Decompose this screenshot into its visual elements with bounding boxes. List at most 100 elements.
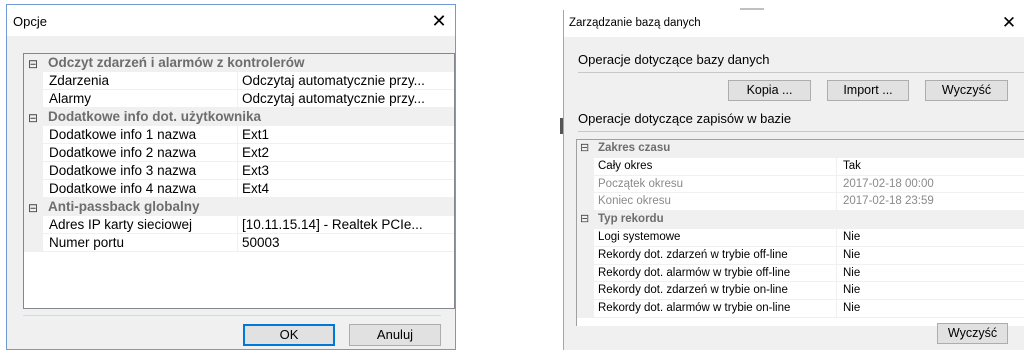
property-value[interactable]: 2017-02-18 23:59 — [843, 193, 1024, 210]
row-gutter — [24, 234, 43, 251]
property-value[interactable]: Nie — [843, 265, 1024, 282]
category-header[interactable]: ⊟ Anti-passback globalny — [24, 198, 454, 216]
property-row[interactable]: Rekordy dot. zdarzeń w trybie on-line Nie — [577, 282, 1024, 301]
category-label: Zakres czasu — [598, 142, 671, 154]
column-divider[interactable] — [237, 144, 238, 161]
property-value[interactable]: Ext4 — [242, 180, 452, 198]
column-divider[interactable] — [237, 72, 238, 89]
row-gutter — [577, 246, 594, 264]
database-dialog: Zarządzanie bazą danych ✕ Operacje dotyc… — [563, 10, 1024, 350]
property-value[interactable]: Odczytaj automatycznie przy... — [242, 90, 452, 108]
row-gutter — [24, 90, 43, 107]
property-value[interactable]: [10.11.15.14] - Realtek PCIe... — [242, 216, 452, 234]
property-name: Rekordy dot. zdarzeń w trybie off-line — [598, 248, 788, 261]
category-header[interactable]: ⊟ Typ rekordu — [577, 211, 1024, 229]
column-divider[interactable] — [836, 228, 837, 246]
options-titlebar[interactable]: Opcje ✕ — [7, 5, 455, 36]
column-divider[interactable] — [836, 246, 837, 264]
property-value[interactable]: Odczytaj automatycznie przy... — [242, 72, 452, 90]
ok-button[interactable]: OK — [243, 324, 335, 346]
property-row[interactable]: Początek okresu 2017-02-18 00:00 — [577, 175, 1024, 194]
property-name: Dodatkowe info 1 nazwa — [49, 127, 197, 142]
category-header[interactable]: ⊟ Zakres czasu — [577, 140, 1024, 158]
property-row[interactable]: Rekordy dot. alarmów w trybie off-line Ni… — [577, 264, 1024, 283]
cancel-button[interactable]: Anuluj — [349, 324, 441, 346]
row-gutter — [577, 175, 594, 193]
options-property-grid[interactable]: ⊟ Odczyt zdarzeń i alarmów z kontrolerów Z… — [23, 53, 455, 309]
column-divider[interactable] — [836, 157, 837, 175]
property-row[interactable]: Logi systemowe Nie — [577, 228, 1024, 247]
property-row[interactable]: Dodatkowe info 3 nazwa Ext3 — [24, 162, 454, 180]
close-icon[interactable]: ✕ — [429, 11, 449, 31]
property-row[interactable]: Koniec okresu 2017-02-18 23:59 — [577, 193, 1024, 212]
options-dialog: Opcje ✕ ⊟ Odczyt zdarzeń i alarmów z kont… — [6, 4, 456, 350]
column-divider[interactable] — [836, 282, 837, 300]
column-divider[interactable] — [836, 193, 837, 211]
close-icon[interactable]: ✕ — [1000, 14, 1018, 32]
column-divider[interactable] — [836, 175, 837, 193]
collapse-toggle-icon[interactable]: ⊟ — [580, 140, 592, 157]
property-name: Cały okres — [598, 159, 653, 172]
property-row[interactable]: Adres IP karty sieciowej [10.11.15.14] - … — [24, 216, 454, 234]
column-divider[interactable] — [237, 234, 238, 251]
column-divider[interactable] — [237, 162, 238, 179]
collapse-toggle-icon[interactable]: ⊟ — [28, 109, 42, 127]
row-gutter — [24, 144, 43, 161]
property-value[interactable]: Nie — [843, 229, 1024, 246]
property-value[interactable]: 50003 — [242, 234, 452, 252]
property-value[interactable]: Ext2 — [242, 144, 452, 162]
clear-records-button[interactable]: Wyczyść — [937, 323, 1008, 344]
column-divider[interactable] — [836, 300, 837, 317]
records-property-grid[interactable]: ⊟ Zakres czasu Cały okres Tak Początek okres… — [576, 139, 1024, 326]
collapse-toggle-icon[interactable]: ⊟ — [28, 199, 42, 217]
section-divider — [578, 72, 1024, 73]
clear-database-button[interactable]: Wyczyść — [925, 80, 1008, 101]
backup-button[interactable]: Kopia ... — [728, 80, 811, 101]
property-value[interactable]: Nie — [843, 300, 1024, 317]
property-name: Koniec okresu — [598, 195, 671, 208]
property-row[interactable]: Cały okres Tak — [577, 157, 1024, 176]
property-value[interactable]: Nie — [843, 247, 1024, 264]
property-name: Logi systemowe — [598, 230, 681, 243]
property-row[interactable]: Dodatkowe info 2 nazwa Ext2 — [24, 144, 454, 162]
property-row[interactable]: Dodatkowe info 4 nazwa Ext4 — [24, 180, 454, 198]
property-value[interactable]: Tak — [843, 158, 1024, 175]
property-row[interactable]: Alarmy Odczytaj automatycznie przy... — [24, 90, 454, 108]
column-divider[interactable] — [237, 180, 238, 197]
category-label: Typ rekordu — [598, 213, 664, 226]
row-gutter — [577, 264, 594, 282]
property-name: Dodatkowe info 2 nazwa — [49, 145, 197, 160]
database-dialog-title: Zarządzanie bazą danych — [569, 17, 701, 29]
property-name: Rekordy dot. alarmów w trybie off-line — [598, 266, 791, 279]
category-header[interactable]: ⊟ Dodatkowe info dot. użytkownika — [24, 108, 454, 126]
database-titlebar[interactable]: Zarządzanie bazą danych ✕ — [564, 10, 1024, 37]
property-row[interactable]: Zdarzenia Odczytaj automatycznie przy... — [24, 72, 454, 90]
database-operations-heading: Operacje dotyczące bazy danych — [578, 52, 770, 67]
row-gutter — [577, 282, 594, 300]
property-name: Dodatkowe info 3 nazwa — [49, 163, 197, 178]
property-value[interactable]: Ext1 — [242, 126, 452, 144]
property-row[interactable]: Rekordy dot. alarmów w trybie on-line Nie — [577, 300, 1024, 318]
import-button[interactable]: Import ... — [827, 80, 909, 101]
column-divider[interactable] — [237, 90, 238, 107]
property-value[interactable]: 2017-02-18 00:00 — [843, 176, 1024, 193]
records-operations-heading: Operacje dotyczące zapisów w bazie — [578, 111, 792, 126]
property-row[interactable]: Dodatkowe info 1 nazwa Ext1 — [24, 126, 454, 144]
column-divider[interactable] — [836, 264, 837, 282]
row-gutter — [577, 300, 594, 317]
options-dialog-title: Opcje — [13, 14, 47, 29]
column-divider[interactable] — [237, 216, 238, 233]
column-divider[interactable] — [237, 126, 238, 143]
row-gutter — [24, 216, 43, 233]
collapse-toggle-icon[interactable]: ⊟ — [580, 211, 592, 228]
property-row[interactable]: Rekordy dot. zdarzeń w trybie off-line Ni… — [577, 246, 1024, 265]
property-name: Dodatkowe info 4 nazwa — [49, 181, 197, 196]
category-header[interactable]: ⊟ Odczyt zdarzeń i alarmów z kontrolerów — [24, 54, 454, 72]
property-value[interactable]: Ext3 — [242, 162, 452, 180]
category-label: Anti-passback globalny — [48, 199, 200, 214]
collapse-toggle-icon[interactable]: ⊟ — [28, 55, 42, 73]
property-row[interactable]: Numer portu 50003 — [24, 234, 454, 252]
property-value[interactable]: Nie — [843, 282, 1024, 299]
property-name: Początek okresu — [598, 177, 684, 190]
property-name: Adres IP karty sieciowej — [49, 217, 193, 232]
